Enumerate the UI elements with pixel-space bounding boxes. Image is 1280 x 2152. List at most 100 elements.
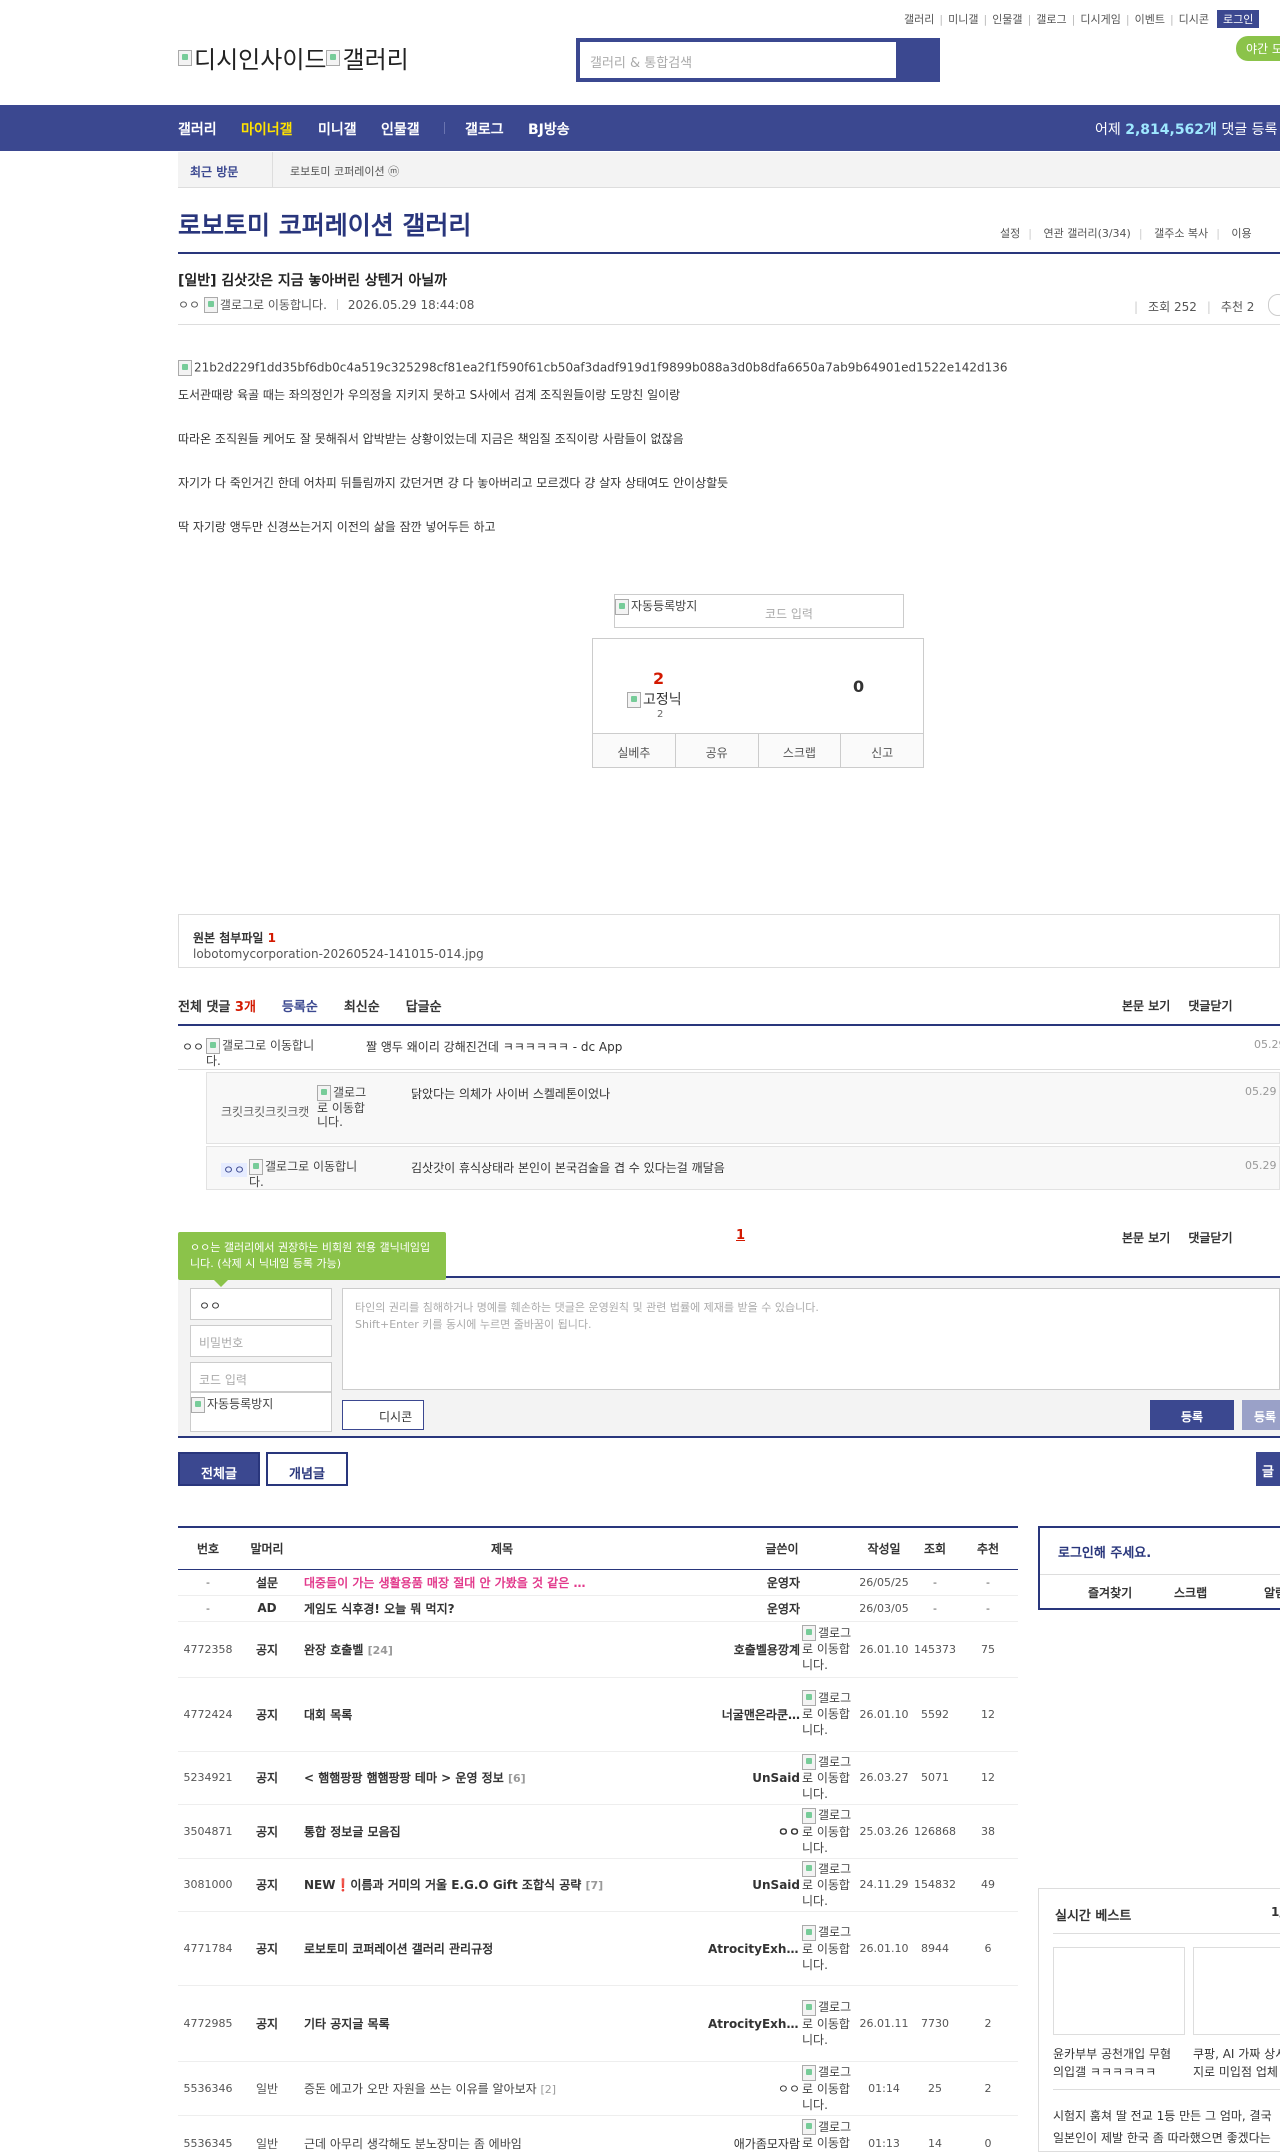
- toplink-minigal[interactable]: 미니갤: [948, 11, 978, 27]
- post-subject[interactable]: 게임도 식후경! 오늘 뭐 먹지?: [296, 1595, 708, 1622]
- toplink-dcgame[interactable]: 디시게임: [1080, 11, 1120, 27]
- reply-count[interactable]: [2]: [540, 2083, 556, 2096]
- upvote-count[interactable]: 2: [653, 669, 664, 688]
- sort-latest[interactable]: 최신순: [344, 996, 380, 1015]
- toplink-gallery[interactable]: 갤러리: [904, 11, 934, 27]
- write-post-button[interactable]: 글: [1256, 1452, 1280, 1486]
- reply-count[interactable]: [24]: [368, 1644, 393, 1657]
- search-button[interactable]: [896, 42, 936, 78]
- nav-persongal[interactable]: 인물갤: [381, 119, 420, 139]
- post-image[interactable]: 21b2d229f1dd35bf6db0c4a519c325298cf81ea2…: [178, 360, 1008, 376]
- best-caption[interactable]: 쿠팡, AI 가짜 상시 지로 미입점 업체: [1193, 2045, 1280, 2081]
- gallery-usage[interactable]: 이용: [1231, 227, 1251, 240]
- post-writer[interactable]: 애가좀모자람: [708, 2115, 802, 2152]
- post-writer[interactable]: ㅇㅇ: [708, 2061, 802, 2116]
- post-subject-text[interactable]: 대중들이 가는 생활용품 매장 절대 안 가봤을 것 같은 …: [304, 1576, 585, 1590]
- table-row[interactable]: - AD 게임도 식후경! 오늘 뭐 먹지? 운영자 26/03/05- -: [178, 1595, 1018, 1622]
- post-subject[interactable]: < 햄햄팡팡 햄햄팡팡 테마 > 운영 정보 [6]: [296, 1751, 708, 1805]
- comment-page-1[interactable]: 1: [736, 1228, 745, 1243]
- table-row[interactable]: - 설문 대중들이 가는 생활용품 매장 절대 안 가봤을 것 같은 … 운영자 26/…: [178, 1569, 1018, 1596]
- comment-nick[interactable]: ㅇㅇ: [182, 1038, 204, 1055]
- comment-gallog[interactable]: 갤로그로 이동합니다.: [317, 1085, 371, 1129]
- post-option-button[interactable]: [1268, 294, 1280, 316]
- best-line[interactable]: 시험지 훔쳐 딸 전교 1등 만든 그 엄마, 결국: [1053, 2107, 1272, 2124]
- nickname-field[interactable]: ㅇㅇ: [190, 1288, 332, 1320]
- post-subject-text[interactable]: 기타 공지글 목록: [304, 2017, 390, 2031]
- post-writer[interactable]: ㅇㅇ: [708, 1804, 802, 1859]
- nav-minigal[interactable]: 미니갤: [318, 119, 357, 139]
- login-button[interactable]: 로그인: [1217, 10, 1260, 28]
- copy-gallery-url[interactable]: 갤주소 복사: [1154, 227, 1208, 240]
- attachment-file[interactable]: lobotomycorporation-20260524-141015-014.…: [193, 947, 484, 961]
- gallery-title[interactable]: 로보토미 코퍼레이션 갤러리: [178, 206, 471, 242]
- post-writer[interactable]: 운영자: [708, 1595, 802, 1622]
- post-writer-gallog[interactable]: [802, 1569, 856, 1596]
- share-button[interactable]: 공유: [676, 734, 759, 767]
- post-writer-gallog[interactable]: 갤로그로 이동합니다.: [802, 1985, 856, 2062]
- table-row[interactable]: 3081000 공지 NEW❗이름과 거미의 거울 E.G.O Gift 조합식 공…: [178, 1858, 1018, 1912]
- alarm-link[interactable]: 알림: [1264, 1584, 1280, 1601]
- tab-concept-posts[interactable]: 개념글: [266, 1452, 348, 1486]
- toplink-gallog[interactable]: 갤로그: [1036, 11, 1066, 27]
- sort-registered[interactable]: 등록순: [282, 996, 318, 1015]
- site-logo[interactable]: 디시인사이드 갤러리: [178, 40, 409, 75]
- close-comments-button[interactable]: 댓글닫기: [1188, 999, 1232, 1013]
- post-subject-text[interactable]: 대회 목록: [304, 1708, 352, 1722]
- table-row[interactable]: 5536346 일반 증돈 에고가 오만 자원을 쓰는 이유를 알아보자 [2] ㅇㅇ…: [178, 2061, 1018, 2116]
- view-body-button[interactable]: 본문 보기: [1122, 1231, 1170, 1245]
- table-row[interactable]: 4772985 공지 기타 공지글 목록 AtrocityExhib… 갤로그로 이동합…: [178, 1985, 1018, 2062]
- scrap-link[interactable]: 스크랩: [1174, 1584, 1207, 1601]
- sort-replies[interactable]: 답글순: [406, 996, 442, 1015]
- post-writer-gallog[interactable]: 갤로그로 이동합니다.: [802, 1621, 856, 1678]
- submit-comment-button[interactable]: 등록: [1150, 1400, 1234, 1430]
- post-subject-text[interactable]: 완장 호출벨: [304, 1643, 363, 1657]
- post-subject[interactable]: NEW❗이름과 거미의 거울 E.G.O Gift 조합식 공략 [7]: [296, 1858, 708, 1912]
- table-row[interactable]: 3504871 공지 통합 정보글 모음집 ㅇㅇ 갤로그로 이동합니다. 25.03.26…: [178, 1804, 1018, 1859]
- post-writer[interactable]: AtrocityExhib…: [708, 1985, 802, 2062]
- silbe-recommend-button[interactable]: 실베추: [593, 734, 676, 767]
- submit-recommend-button[interactable]: 등록: [1242, 1400, 1280, 1430]
- search-input[interactable]: 갤러리 & 통합검색: [580, 42, 896, 78]
- close-comments-button[interactable]: 댓글닫기: [1188, 1231, 1232, 1245]
- post-writer-gallog[interactable]: 갤로그로 이동합니다.: [802, 1804, 856, 1859]
- report-button[interactable]: 신고: [841, 734, 923, 767]
- gallog-icon[interactable]: [203, 296, 218, 313]
- comment-nick[interactable]: ㅇㅇ: [221, 1161, 248, 1178]
- favorites-link[interactable]: 즐겨찾기: [1088, 1584, 1132, 1601]
- post-subject[interactable]: 대중들이 가는 생활용품 매장 절대 안 가봤을 것 같은 …: [296, 1569, 708, 1596]
- view-body-button[interactable]: 본문 보기: [1122, 999, 1170, 1013]
- recent-gallery-link[interactable]: 로보토미 코퍼레이션 ⓜ: [290, 163, 399, 179]
- post-subject-text[interactable]: 근데 아무리 생각해도 분노장미는 좀 에바임: [304, 2137, 522, 2151]
- best-thumb[interactable]: [1053, 1947, 1185, 2035]
- post-subject-text[interactable]: 증돈 에고가 오만 자원을 쓰는 이유를 알아보자: [304, 2082, 537, 2096]
- post-writer[interactable]: AtrocityExhib…: [708, 1911, 802, 1986]
- nav-gallog[interactable]: 갤로그: [465, 119, 504, 139]
- related-galleries[interactable]: 연관 갤러리(3/34): [1043, 227, 1130, 240]
- post-writer-gallog[interactable]: 갤로그로 이동합니다.: [802, 1858, 856, 1912]
- post-writer-gallog[interactable]: 갤로그로 이동합니다.: [802, 1911, 856, 1986]
- post-subject-text[interactable]: < 햄햄팡팡 햄햄팡팡 테마 > 운영 정보: [304, 1771, 504, 1785]
- nav-gallery[interactable]: 갤러리: [178, 119, 217, 139]
- post-writer-gallog[interactable]: 갤로그로 이동합니다.: [802, 2061, 856, 2116]
- toplink-persongal[interactable]: 인물갤: [992, 11, 1022, 27]
- table-row[interactable]: 5234921 공지 < 햄햄팡팡 햄햄팡팡 테마 > 운영 정보 [6] UnSai…: [178, 1751, 1018, 1805]
- gallery-settings[interactable]: 설정: [1000, 227, 1020, 240]
- post-writer-gallog[interactable]: [802, 1595, 856, 1622]
- post-writer-gallog[interactable]: 갤로그로 이동합니다.: [802, 2115, 856, 2152]
- post-writer-gallog[interactable]: 갤로그로 이동합니다.: [802, 1751, 856, 1805]
- table-row[interactable]: 4772424 공지 대회 목록 너굴맨은라쿤… 갤로그로 이동합니다. 26.01.10…: [178, 1677, 1018, 1752]
- best-caption[interactable]: 윤카부부 공천개입 무혐 의입갤 ㅋㅋㅋㅋㅋㅋ: [1053, 2045, 1171, 2081]
- post-subject[interactable]: 로보토미 코퍼레이션 갤러리 관리규정: [296, 1911, 708, 1986]
- table-row[interactable]: 5536345 일반 근데 아무리 생각해도 분노장미는 좀 에바임 애가좀모자람 갤로…: [178, 2115, 1018, 2152]
- password-field[interactable]: 비밀번호: [190, 1325, 332, 1357]
- post-subject[interactable]: 기타 공지글 목록: [296, 1985, 708, 2062]
- night-mode-button[interactable]: 야간 모: [1236, 36, 1280, 61]
- reply-count[interactable]: [7]: [585, 1879, 603, 1892]
- post-writer[interactable]: UnSaid: [708, 1751, 802, 1805]
- table-row[interactable]: 4771784 공지 로보토미 코퍼레이션 갤러리 관리규정 AtrocityExhi…: [178, 1911, 1018, 1986]
- post-writer[interactable]: 호출벨용깡계: [708, 1621, 802, 1678]
- post-subject-text[interactable]: 통합 정보글 모음집: [304, 1825, 401, 1839]
- downvote-count[interactable]: 0: [853, 677, 864, 696]
- dccon-button[interactable]: 디시콘: [342, 1400, 424, 1430]
- comment-textarea[interactable]: 타인의 권리를 침해하거나 명예를 훼손하는 댓글은 운영원칙 및 관련 법률에…: [342, 1288, 1280, 1390]
